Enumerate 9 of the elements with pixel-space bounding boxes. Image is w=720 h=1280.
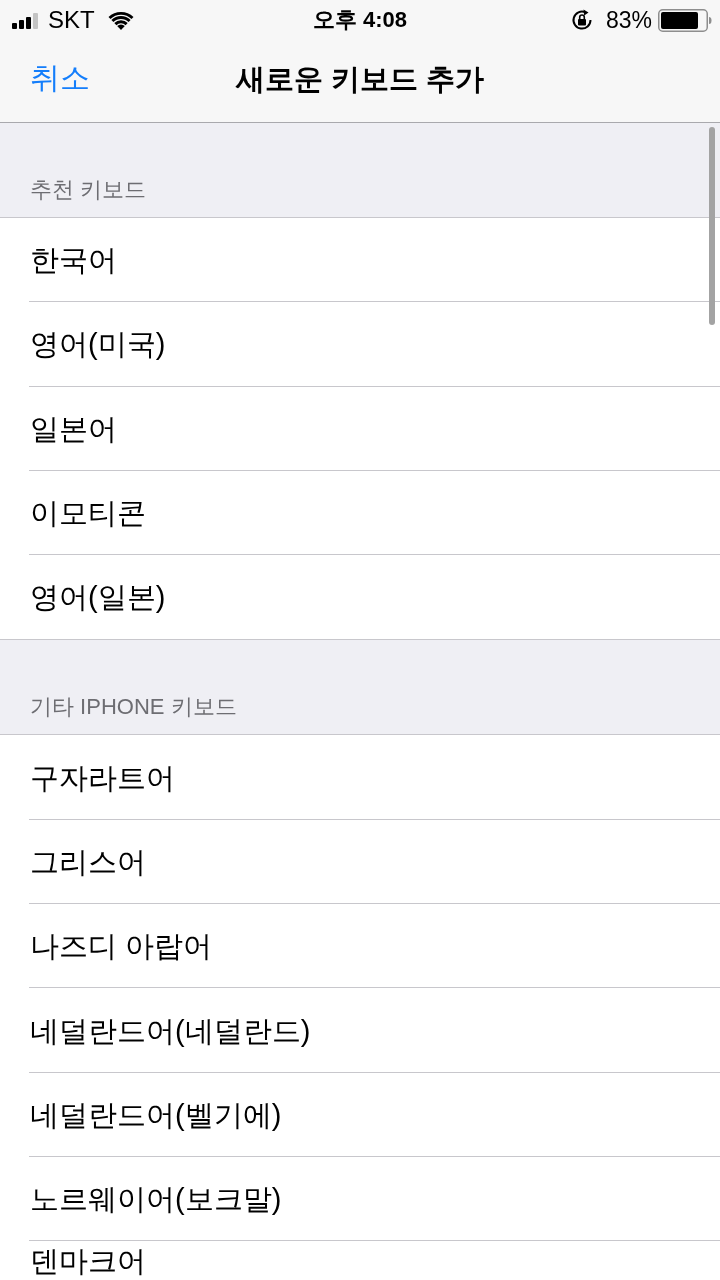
cancel-button[interactable]: 취소	[30, 59, 90, 97]
screen-title: 새로운 키보드 추가	[235, 62, 485, 97]
battery-percentage: 83%	[605, 6, 652, 34]
carrier-name: SKT	[48, 6, 95, 34]
rotation-lock-icon	[569, 8, 594, 32]
wifi-icon	[107, 10, 134, 30]
signal-icon	[12, 12, 39, 29]
battery-icon	[658, 8, 712, 32]
status-time: 오후 4:08	[312, 6, 408, 34]
